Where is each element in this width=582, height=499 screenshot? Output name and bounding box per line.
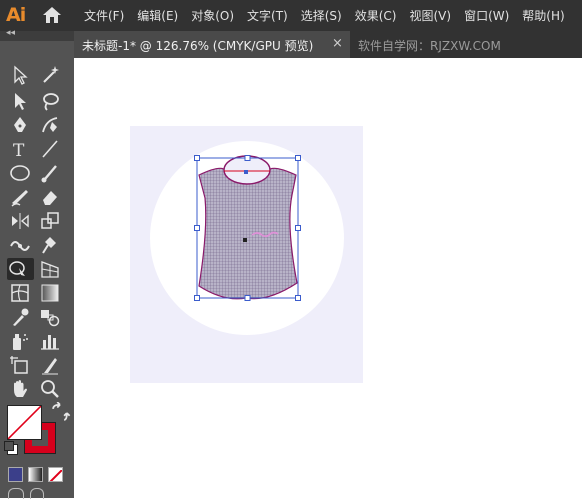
handle-bottom-right	[295, 295, 301, 301]
handle-top-right	[295, 155, 301, 161]
handle-top-left	[194, 155, 200, 161]
handle-middle-left	[194, 225, 200, 231]
shirt-shape	[198, 167, 298, 300]
handle-bottom-left	[194, 295, 200, 301]
collar-anchor	[244, 170, 248, 174]
handle-middle-right	[295, 225, 301, 231]
handle-bottom-center	[244, 295, 251, 301]
center-point	[243, 238, 247, 242]
artwork-layer	[194, 155, 301, 301]
handle-top-center	[244, 155, 251, 161]
